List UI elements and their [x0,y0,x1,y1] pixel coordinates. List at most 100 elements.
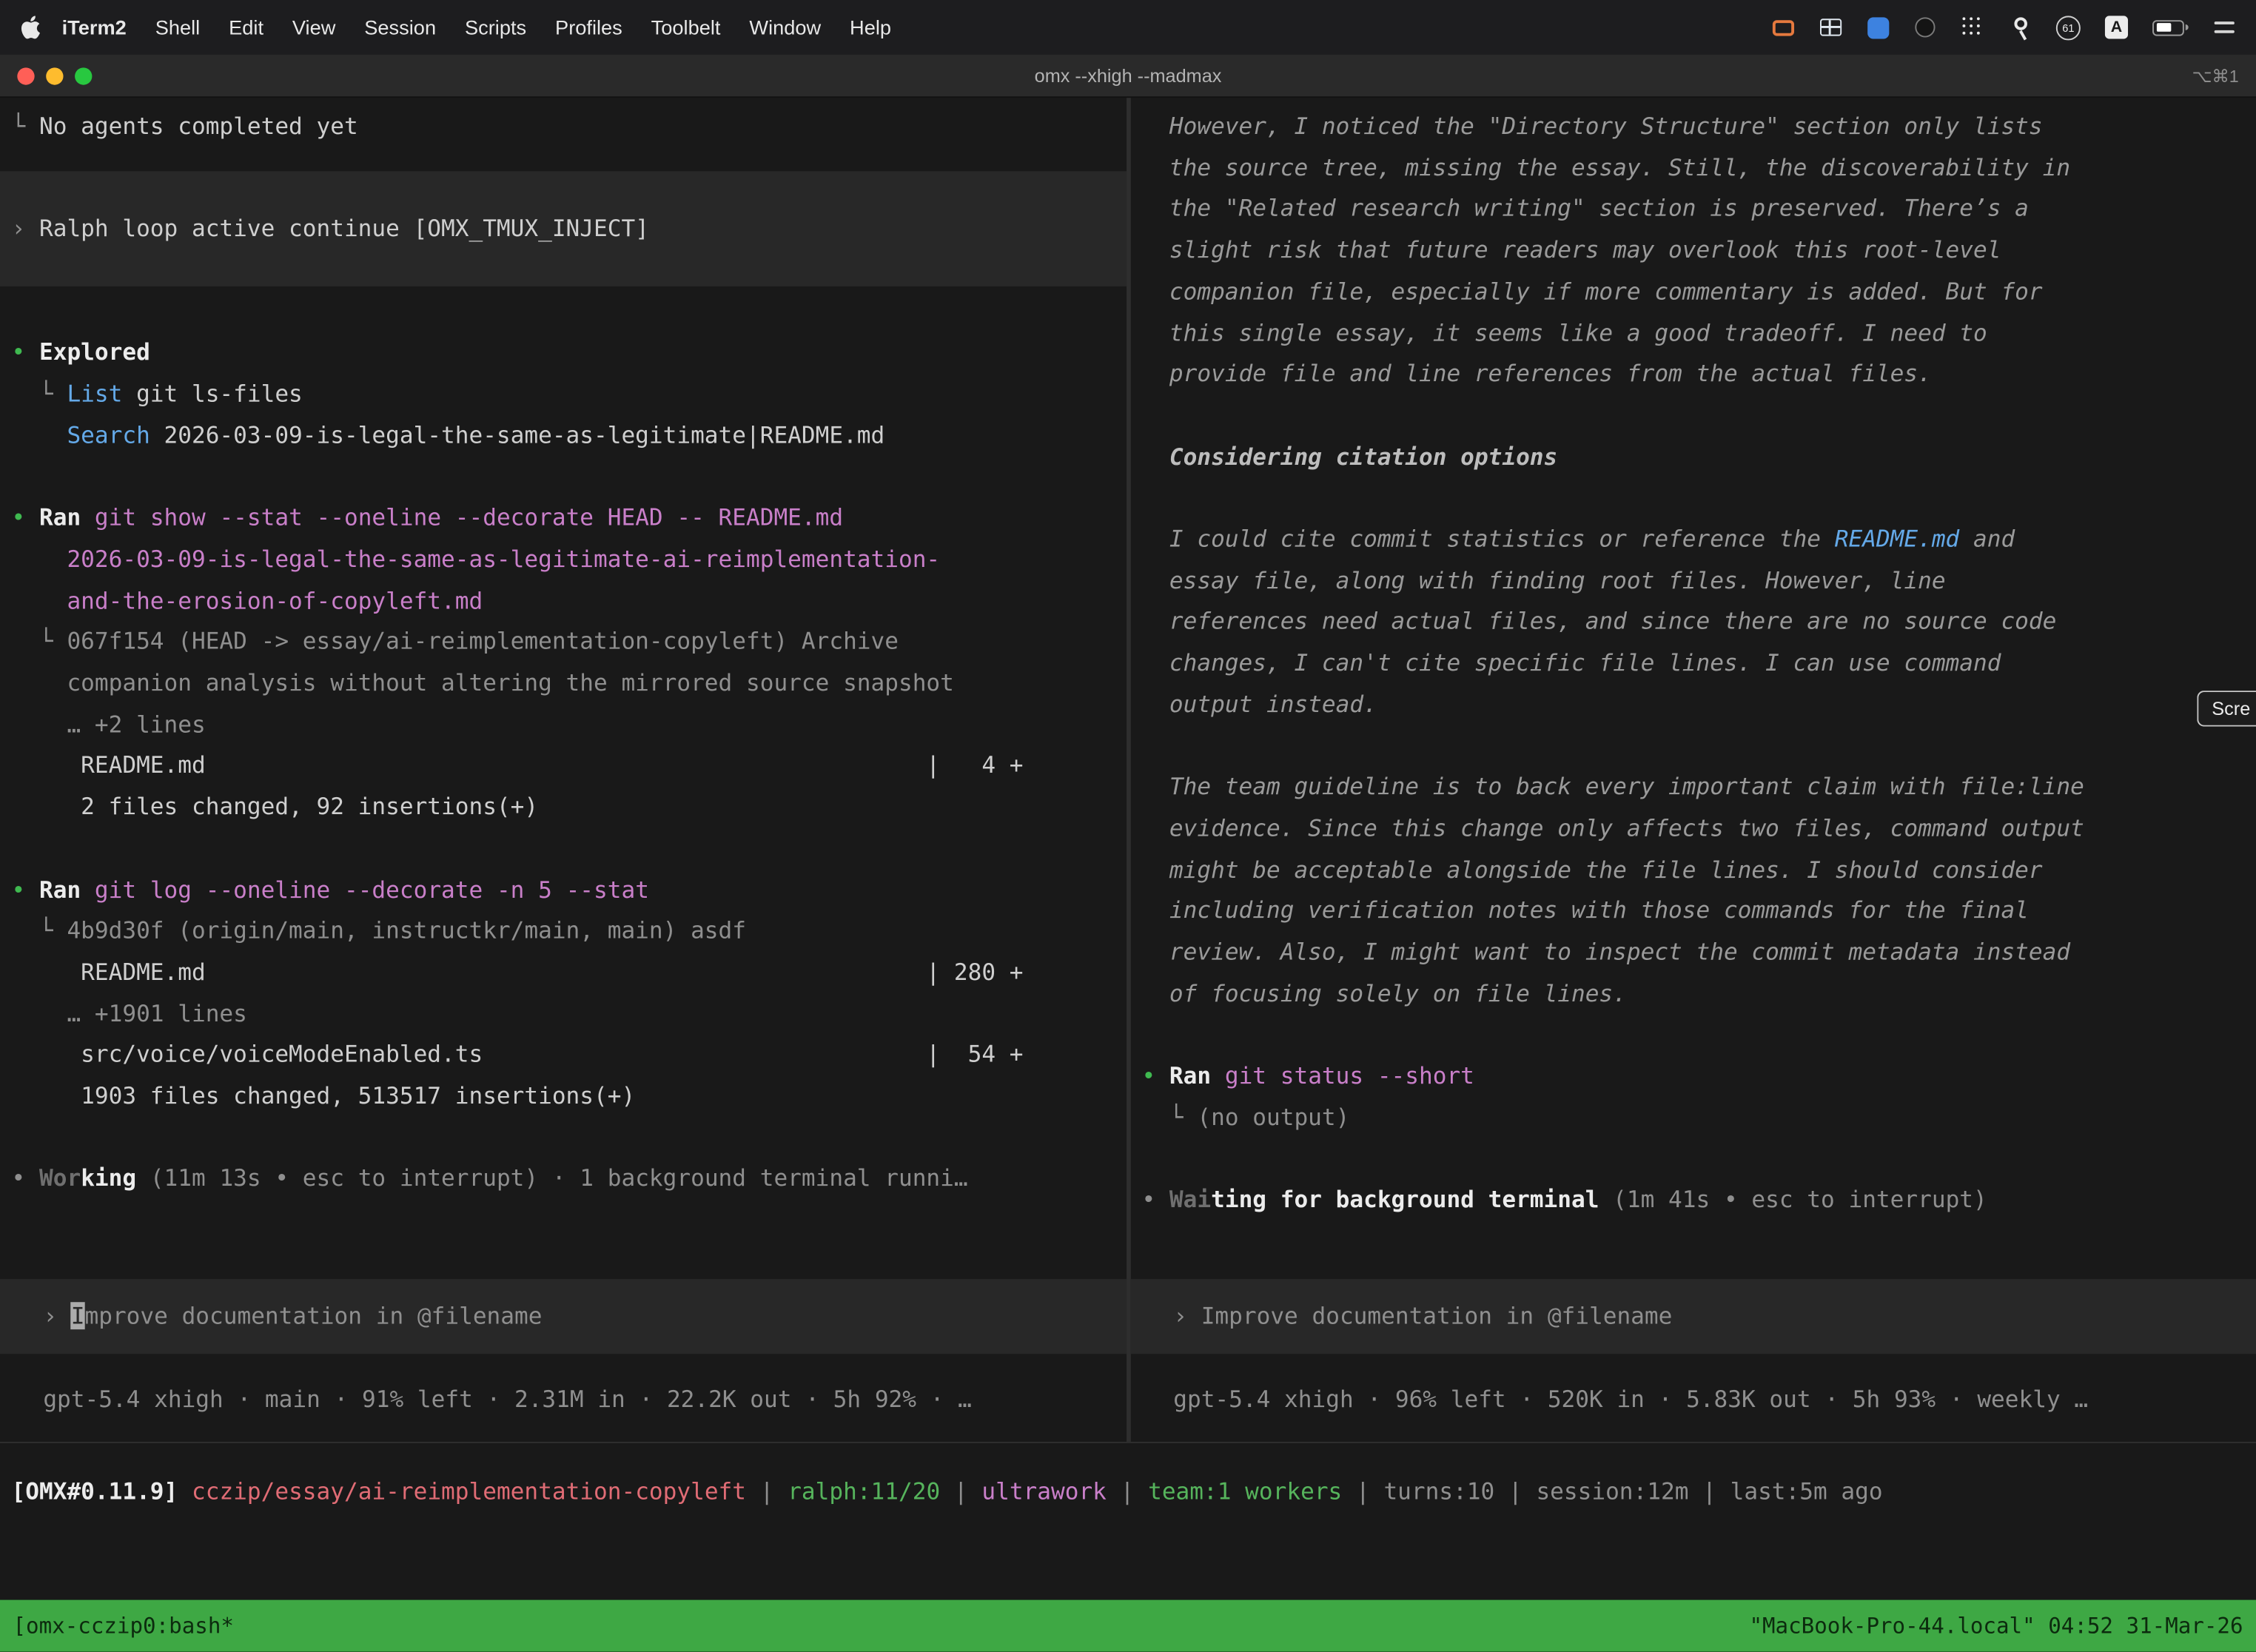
terminal-line [12,457,1115,498]
terminal-line: └ 4b9d30f (origin/main, instructkr/main,… [12,911,1115,953]
terminal-line: 2026-03-09-is-legal-the-same-as-legitima… [12,540,1115,581]
terminal-line: gpt-5.4 xhigh · 96% left · 520K in · 5.8… [1173,1380,2244,1422]
terminal-line: • Waiting for background terminal (1m 41… [1141,1181,2244,1222]
zoom-button[interactable] [75,67,92,84]
window-shortcut-badge: ⌥⌘1 [2192,65,2256,85]
input-source-icon[interactable]: A [2105,13,2128,41]
menu-item-edit[interactable]: Edit [215,16,278,38]
terminal-line: … +1901 lines [12,994,1115,1035]
tmux-session-label: [omx-cczip0:bash* [13,1613,233,1639]
terminal-line: • Ran git log --oneline --decorate -n 5 … [12,870,1115,911]
battery-icon[interactable] [2152,13,2189,41]
terminal-line: The team guideline is to back every impo… [1141,768,2244,809]
left-terminal-pane[interactable]: └ No agents completed yet › Ralph loop a… [0,98,1126,1442]
terminal-line [1141,1139,2244,1181]
screen-recording-icon[interactable] [1771,13,1794,41]
right-pane-output: However, I noticed the "Directory Struct… [1141,107,2244,1221]
terminal-line: 1903 files changed, 513517 insertions(+) [12,1076,1115,1118]
terminal-line: … +2 lines [12,705,1115,746]
tmux-status-bar: [omx-cczip0:bash* "MacBook-Pro-44.local"… [0,1600,2256,1652]
terminal-line [1141,1015,2244,1056]
terminal-line: including verification notes with those … [1141,891,2244,933]
terminal-line [12,828,1115,870]
terminal-line: the "Related research writing" section i… [1141,189,2244,230]
traffic-lights [0,67,92,84]
terminal-line: › Ralph loop active continue [OMX_TMUX_I… [12,208,1115,249]
omx-status-line: [OMX#0.11.9] cczip/essay/ai-reimplementa… [12,1472,2256,1514]
terminal-line: I could cite commit statistics or refere… [1141,520,2244,561]
right-prompt-input[interactable]: › Improve documentation in @filename [1130,1278,2256,1354]
apple-menu-icon[interactable] [20,15,41,39]
terminal-line: companion file, especially if more comme… [1141,272,2244,313]
terminal-line: Considering citation options [1141,437,2244,478]
window-title: omx --xhigh --madmax [0,64,2256,86]
terminal-line: changes, I can't cite specific file line… [1141,643,2244,685]
terminal-line: companion analysis without altering the … [12,663,1115,705]
terminal-line: • Ran git status --short [1141,1056,2244,1098]
menu-item-scripts[interactable]: Scripts [451,16,541,38]
terminal-line: [OMX#0.11.9] cczip/essay/ai-reimplementa… [12,1472,2256,1514]
terminal-line: └ No agents completed yet [12,107,1115,148]
ralph-loop-inject-box: › Ralph loop active continue [OMX_TMUX_I… [0,171,1126,287]
terminal-line [12,1118,1115,1159]
terminal-line: of focusing solely on file lines. [1141,974,2244,1015]
terminal-line: references need actual files, and since … [1141,602,2244,643]
dark-app-icon[interactable] [1913,13,1936,41]
window-grid-icon[interactable] [1819,13,1842,41]
menu-item-iterm2[interactable]: iTerm2 [47,16,141,38]
terminal-line: evidence. Since this change only affects… [1141,808,2244,850]
terminal-line: review. Also, I might want to inspect th… [1141,933,2244,974]
tmux-host-time: "MacBook-Pro-44.local" 04:52 31-Mar-26 [1749,1613,2243,1639]
terminal-line: essay file, along with finding root file… [1141,561,2244,602]
terminal-line [1141,726,2244,768]
terminal-line: › Improve documentation in @filename [1173,1296,2244,1337]
control-center-icon[interactable] [2213,13,2236,41]
window-title-bar[interactable]: omx --xhigh --madmax ⌥⌘1 [0,55,2256,98]
menu-item-toolbelt[interactable]: Toolbelt [637,16,735,38]
menu-bar: iTerm2ShellEditViewSessionScriptsProfile… [0,0,2256,55]
screen-share-tooltip: Scre [2198,691,2256,727]
terminal-line: the source tree, missing the essay. Stil… [1141,148,2244,189]
terminal-line: └ (no output) [1141,1098,2244,1139]
menu-item-session[interactable]: Session [350,16,451,38]
left-prompt-input[interactable]: › Improve documentation in @filename [0,1278,1126,1354]
terminal-line: › Improve documentation in @filename [43,1296,1114,1337]
menu-bar-status-icons: 61 A [1771,13,2236,41]
input-source-letter: A [2105,16,2128,38]
terminal-line: output instead. [1141,685,2244,726]
right-status-line: gpt-5.4 xhigh · 96% left · 520K in · 5.8… [1141,1354,2244,1422]
terminal-line: Search 2026-03-09-is-legal-the-same-as-l… [12,415,1115,457]
terminal-line: this single essay, it seems like a good … [1141,313,2244,355]
left-pane-output: • Explored └ List git ls-files Search 20… [12,333,1115,1201]
spacer [12,1201,1115,1279]
right-terminal-pane[interactable]: However, I noticed the "Directory Struct… [1130,98,2256,1442]
menu-item-shell[interactable]: Shell [141,16,214,38]
blue-app-icon[interactable] [1866,13,1889,41]
terminal-line [1141,478,2244,520]
terminal-line: gpt-5.4 xhigh · main · 91% left · 2.31M … [43,1380,1114,1422]
key-icon[interactable] [2009,13,2032,41]
terminal-line: provide file and line references from th… [1141,355,2244,396]
left-pane-head: └ No agents completed yet [12,107,1115,148]
terminal-line: • Ran git show --stat --oneline --decora… [12,498,1115,540]
terminal-line: slight risk that future readers may over… [1141,230,2244,272]
minimize-button[interactable] [46,67,63,84]
terminal-line: However, I noticed the "Directory Struct… [1141,107,2244,148]
menu-item-view[interactable]: View [278,16,349,38]
terminal-line: README.md | 280 + [12,953,1115,994]
terminal-line: might be acceptable alongside the file l… [1141,850,2244,891]
close-button[interactable] [17,67,34,84]
menu-item-window[interactable]: Window [735,16,836,38]
terminal-line: 2 files changed, 92 insertions(+) [12,788,1115,829]
battery-gauge-icon[interactable]: 61 [2056,15,2081,39]
menu-item-help[interactable]: Help [836,16,906,38]
terminal-line: └ 067f154 (HEAD -> essay/ai-reimplementa… [12,622,1115,663]
iterm2-window: iTerm2ShellEditViewSessionScriptsProfile… [0,0,2256,1652]
terminal-area: └ No agents completed yet › Ralph loop a… [0,98,2256,1442]
dots-grid-icon[interactable] [1961,13,1984,41]
menu-item-profiles[interactable]: Profiles [541,16,637,38]
terminal-line: src/voice/voiceModeEnabled.ts | 54 + [12,1035,1115,1076]
terminal-line: • Explored [12,333,1115,375]
left-status-line: gpt-5.4 xhigh · main · 91% left · 2.31M … [12,1354,1115,1422]
terminal-line [1141,395,2244,437]
